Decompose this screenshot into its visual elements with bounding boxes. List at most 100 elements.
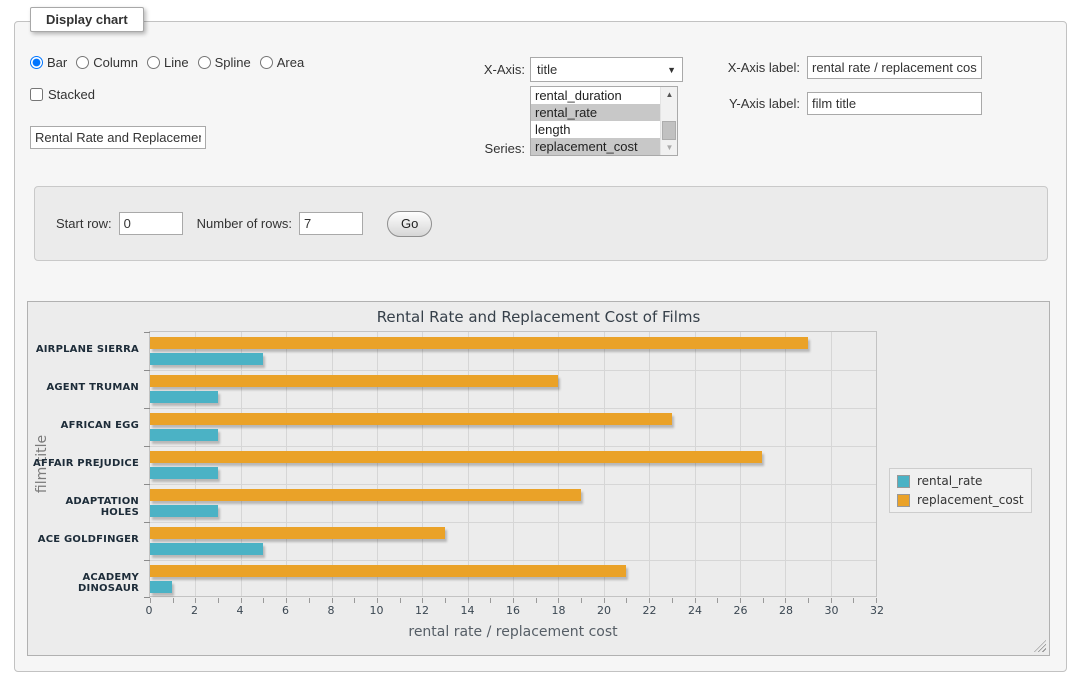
x-axis-tick — [695, 598, 696, 603]
x-axis-tick — [195, 598, 196, 603]
x-axis-tick — [332, 598, 333, 603]
bar-replacement_cost-ace-goldfinger — [150, 527, 445, 539]
chart-title-input[interactable] — [30, 126, 206, 149]
x-axis-tick — [717, 598, 718, 603]
series-option-length[interactable]: length — [531, 121, 660, 138]
x-axis-tick — [218, 598, 219, 603]
gridline-horizontal — [150, 484, 876, 485]
chart-type-option-bar[interactable]: Bar — [30, 55, 67, 70]
x-axis-tick — [672, 598, 673, 603]
gridline-vertical — [195, 332, 196, 596]
start-row-label: Start row: — [56, 216, 112, 231]
gridline-vertical — [558, 332, 559, 596]
gridline-vertical — [468, 332, 469, 596]
x-tick-label: 22 — [643, 604, 657, 617]
num-rows-input[interactable] — [299, 212, 363, 235]
gridline-vertical — [649, 332, 650, 596]
x-tick-label: 30 — [825, 604, 839, 617]
y-axis-category-labels: AIRPLANE SIERRAAGENT TRUMANAFRICAN EGGAF… — [28, 331, 139, 597]
num-rows-label: Number of rows: — [197, 216, 292, 231]
chart-type-option-spline[interactable]: Spline — [198, 55, 251, 70]
bar-rental_rate-agent-truman — [150, 391, 218, 403]
gridline-horizontal — [150, 560, 876, 561]
stacked-label: Stacked — [48, 87, 95, 102]
series-option-rental_duration[interactable]: rental_duration — [531, 87, 660, 104]
chart-type-option-line[interactable]: Line — [147, 55, 189, 70]
bar-replacement_cost-agent-truman — [150, 375, 558, 387]
scrollbar-thumb[interactable] — [662, 121, 676, 140]
chart-type-radio-spline[interactable] — [198, 56, 211, 69]
start-row-input[interactable] — [119, 212, 183, 235]
x-tick-label: 10 — [370, 604, 384, 617]
x-axis-tick — [286, 598, 287, 603]
x-axis-selected-value: title — [537, 62, 667, 77]
x-axis-tick — [558, 598, 559, 603]
stacked-option[interactable]: Stacked — [30, 87, 95, 102]
plot-area — [149, 331, 877, 597]
bar-rental_rate-academy-dinosaur — [150, 581, 172, 593]
y-axis-label-input[interactable] — [807, 92, 982, 115]
chart-title: Rental Rate and Replacement Cost of Film… — [28, 308, 1049, 326]
x-axis-tick — [876, 598, 877, 603]
x-axis-tick — [263, 598, 264, 603]
chart-type-option-column[interactable]: Column — [76, 55, 138, 70]
legend-label: replacement_cost — [917, 493, 1024, 507]
bar-replacement_cost-adaptation-holes — [150, 489, 581, 501]
x-axis-tick — [536, 598, 537, 603]
bar-rental_rate-airplane-sierra — [150, 353, 263, 365]
resize-handle-icon[interactable] — [1034, 640, 1046, 652]
x-axis-tick — [581, 598, 582, 603]
x-tick-label: 4 — [237, 604, 244, 617]
x-tick-label: 28 — [779, 604, 793, 617]
y-axis-tick — [144, 446, 150, 447]
bar-replacement_cost-african-egg — [150, 413, 672, 425]
x-axis-tick — [468, 598, 469, 603]
x-tick-label: 24 — [688, 604, 702, 617]
chart-type-radiogroup: Bar Column Line Spline Area — [30, 55, 304, 70]
chart-legend: rental_rate replacement_cost — [889, 468, 1032, 513]
chart-type-radio-column[interactable] — [76, 56, 89, 69]
bar-rental_rate-adaptation-holes — [150, 505, 218, 517]
stacked-checkbox[interactable] — [30, 88, 43, 101]
x-axis-tick — [763, 598, 764, 603]
x-axis-tick — [785, 598, 786, 603]
x-axis-tick — [445, 598, 446, 603]
category-label: AGENT TRUMAN — [28, 382, 139, 393]
x-axis-tick — [173, 598, 174, 603]
gridline-horizontal — [150, 408, 876, 409]
x-tick-label: 18 — [552, 604, 566, 617]
series-option-replacement_cost[interactable]: replacement_cost — [531, 138, 660, 155]
rows-panel: Start row: Number of rows: Go — [34, 186, 1048, 261]
gridline-horizontal — [150, 446, 876, 447]
x-tick-label: 12 — [415, 604, 429, 617]
scroll-down-icon[interactable]: ▼ — [661, 140, 678, 155]
legend-label: rental_rate — [917, 474, 982, 488]
gridline-vertical — [286, 332, 287, 596]
x-tick-label: 6 — [282, 604, 289, 617]
x-tick-label: 14 — [461, 604, 475, 617]
gridline-horizontal — [150, 370, 876, 371]
x-axis-tick — [626, 598, 627, 603]
series-option-rental_rate[interactable]: rental_rate — [531, 104, 660, 121]
gridline-vertical — [422, 332, 423, 596]
chart-type-radio-area[interactable] — [260, 56, 273, 69]
x-axis-tick — [400, 598, 401, 603]
x-axis-tick — [354, 598, 355, 603]
x-tick-label: 0 — [146, 604, 153, 617]
chart-type-radio-bar[interactable] — [30, 56, 43, 69]
x-axis-label-input[interactable] — [807, 56, 982, 79]
x-axis-tick — [649, 598, 650, 603]
chart-type-radio-line[interactable] — [147, 56, 160, 69]
y-axis-tick — [144, 370, 150, 371]
x-axis-tick — [513, 598, 514, 603]
gridline-vertical — [513, 332, 514, 596]
legend-swatch-icon — [897, 475, 910, 488]
y-axis-tick — [144, 522, 150, 523]
chart-type-option-area[interactable]: Area — [260, 55, 304, 70]
legend-swatch-icon — [897, 494, 910, 507]
go-button[interactable]: Go — [387, 211, 432, 237]
x-tick-label: 2 — [191, 604, 198, 617]
x-tick-label: 32 — [870, 604, 884, 617]
gridline-vertical — [377, 332, 378, 596]
x-axis-tick — [740, 598, 741, 603]
